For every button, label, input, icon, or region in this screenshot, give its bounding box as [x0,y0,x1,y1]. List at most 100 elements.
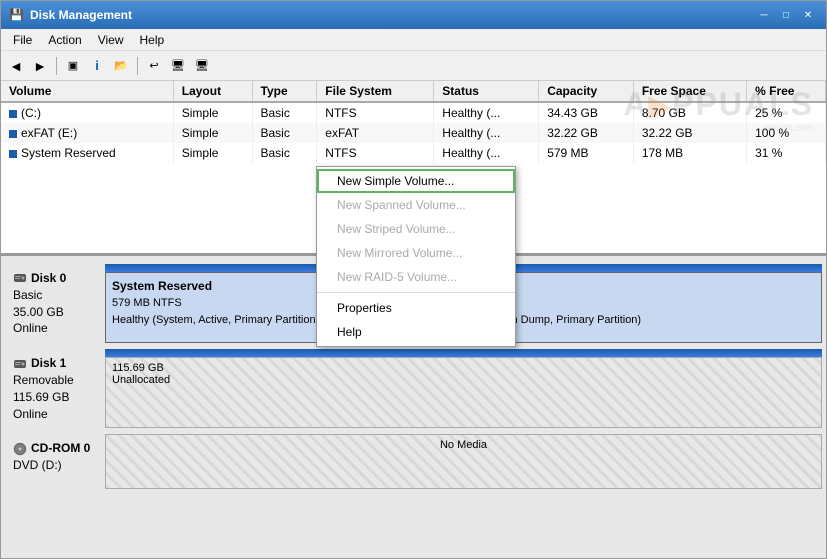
col-type: Type [252,81,317,102]
ctx-help[interactable]: Help [317,320,515,344]
cell-pct: 100 % [747,123,826,143]
disk1-partitions: 115.69 GB Unallocated [105,349,822,428]
table-row[interactable]: (C:) Simple Basic NTFS Healthy (... 34.4… [1,102,826,123]
ctx-new-striped-volume[interactable]: New Striped Volume... [317,217,515,241]
disk1-size: 115.69 GB [13,389,97,406]
ctx-separator [317,292,515,293]
cdrom0-icon [13,442,27,456]
cell-free: 178 MB [633,143,746,163]
table-row[interactable]: System Reserved Simple Basic NTFS Health… [1,143,826,163]
col-status: Status [434,81,539,102]
ctx-new-raid5-volume[interactable]: New RAID-5 Volume... [317,265,515,289]
context-menu: New Simple Volume... New Spanned Volume.… [316,166,516,347]
back-button[interactable]: ◄ [5,55,27,77]
disk1-name: Disk 1 [31,355,66,372]
cdrom0-type: DVD (D:) [13,457,97,474]
cell-layout: Simple [173,102,252,123]
volume-table: Volume Layout Type File System Status Ca… [1,81,826,163]
ctx-new-simple-volume[interactable]: New Simple Volume... [317,169,515,193]
cell-free: 8.70 GB [633,102,746,123]
toolbar-btn-7[interactable]: 🖥 [167,55,189,77]
disk1-type: Removable [13,372,97,389]
cell-capacity: 579 MB [539,143,634,163]
col-volume: Volume [1,81,173,102]
disk1-label: Disk 1 Removable 115.69 GB Online [5,349,105,428]
cell-free: 32.22 GB [633,123,746,143]
disk1-icon [13,357,27,371]
cell-pct: 31 % [747,143,826,163]
disk0-icon [13,271,27,285]
disk0-status: Online [13,320,97,337]
unallocated-size: 115.69 GB [112,362,815,374]
title-bar: 💾 Disk Management ─ □ ✕ [1,1,826,29]
cell-volume: exFAT (E:) [1,123,173,143]
disk1-partition-row: 115.69 GB Unallocated [105,357,822,428]
menu-bar: File Action View Help [1,29,826,51]
cell-pct: 25 % [747,102,826,123]
disk0-type: Basic [13,287,97,304]
disk0-title: Disk 0 [13,270,97,287]
cdrom0-name: CD-ROM 0 [31,440,90,457]
disk0-name: Disk 0 [31,270,66,287]
partition-system-reserved-size: 579 MB NTFS [112,295,349,312]
cdrom0-partitions: No Media [105,434,822,489]
partition-system-reserved-name: System Reserved [112,277,349,295]
cdrom0-row: CD-ROM 0 DVD (D:) No Media [5,434,822,489]
cell-layout: Simple [173,143,252,163]
menu-action[interactable]: Action [40,31,89,48]
window-controls: ─ □ ✕ [754,6,818,24]
ctx-properties[interactable]: Properties [317,296,515,320]
cell-capacity: 34.43 GB [539,102,634,123]
menu-help[interactable]: Help [132,31,173,48]
col-capacity: Capacity [539,81,634,102]
menu-file[interactable]: File [5,31,40,48]
disk-management-window: 💾 Disk Management ─ □ ✕ File Action View… [0,0,827,559]
cell-layout: Simple [173,123,252,143]
col-pctfree: % Free [747,81,826,102]
minimize-button[interactable]: ─ [754,6,774,24]
cell-fs: exFAT [317,123,434,143]
ctx-new-mirrored-volume[interactable]: New Mirrored Volume... [317,241,515,265]
toolbar-btn-5[interactable]: 📂 [110,55,132,77]
toolbar-btn-4[interactable]: i [86,55,108,77]
disk0-label: Disk 0 Basic 35.00 GB Online [5,264,105,343]
main-content: A▶PPUALS wsxdn.com Volume Layout Type Fi… [1,81,826,558]
cdrom0-title: CD-ROM 0 [13,440,97,457]
toolbar-btn-6[interactable]: ↩ [143,55,165,77]
window-icon: 💾 [9,8,24,22]
menu-view[interactable]: View [90,31,132,48]
toolbar: ◄ ► ▣ i 📂 ↩ 🖥 🖥 [1,51,826,81]
cell-type: Basic [252,123,317,143]
disk1-row: Disk 1 Removable 115.69 GB Online 115.69… [5,349,822,428]
cell-status: Healthy (... [434,143,539,163]
forward-button[interactable]: ► [29,55,51,77]
table-row[interactable]: exFAT (E:) Simple Basic exFAT Healthy (.… [1,123,826,143]
disk1-status: Online [13,406,97,423]
maximize-button[interactable]: □ [776,6,796,24]
cell-capacity: 32.22 GB [539,123,634,143]
col-layout: Layout [173,81,252,102]
col-freespace: Free Space [633,81,746,102]
close-button[interactable]: ✕ [798,6,818,24]
disk1-title: Disk 1 [13,355,97,372]
ctx-new-spanned-volume[interactable]: New Spanned Volume... [317,193,515,217]
cdrom0-nomedia: No Media [440,439,487,451]
cell-fs: NTFS [317,143,434,163]
cell-status: Healthy (... [434,102,539,123]
cell-type: Basic [252,143,317,163]
cell-volume: System Reserved [1,143,173,163]
disk0-size: 35.00 GB [13,304,97,321]
cell-status: Healthy (... [434,123,539,143]
toolbar-separator-1 [56,57,57,75]
toolbar-btn-8[interactable]: 🖥 [191,55,213,77]
cell-type: Basic [252,102,317,123]
toolbar-separator-2 [137,57,138,75]
partition-system-reserved-health: Healthy (System, Active, Primary Partiti… [112,312,349,329]
window-title: Disk Management [30,8,132,22]
toolbar-btn-3[interactable]: ▣ [62,55,84,77]
disk1-bar-top [105,349,822,357]
partition-unallocated[interactable]: 115.69 GB Unallocated [105,357,822,428]
cdrom0-label: CD-ROM 0 DVD (D:) [5,434,105,489]
cell-volume: (C:) [1,102,173,123]
unallocated-label: Unallocated [112,374,815,386]
